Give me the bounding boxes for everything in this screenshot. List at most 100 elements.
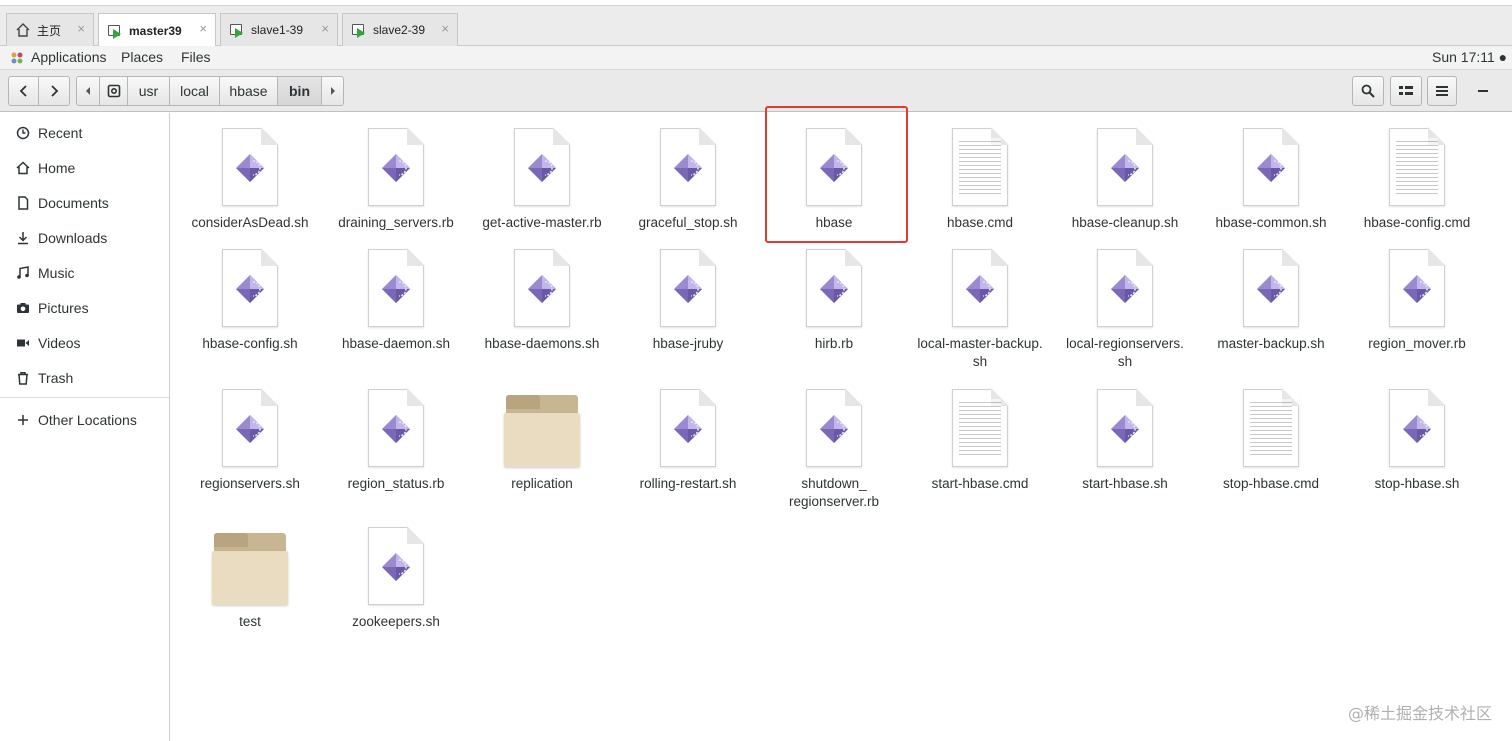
places-menu[interactable]: Places <box>121 49 163 65</box>
sidebar-item-videos[interactable]: Videos <box>0 328 169 358</box>
sidebar: Recent Home Documents Downloads Music Pi… <box>0 113 170 741</box>
sidebar-item-label: Home <box>38 160 76 176</box>
close-icon[interactable]: × <box>321 21 329 36</box>
file-item[interactable]: master-backup.sh <box>1198 248 1344 353</box>
file-item[interactable]: start-hbase.cmd <box>907 388 1053 493</box>
file-name-label: hbase-jruby <box>652 336 724 351</box>
back-button[interactable] <box>8 76 39 106</box>
file-item[interactable]: hbase-daemon.sh <box>323 248 469 353</box>
folder-item[interactable]: test <box>177 527 323 631</box>
sidebar-item-documents[interactable]: Documents <box>0 188 169 218</box>
script-file-icon <box>368 127 425 206</box>
file-item[interactable]: local-regionservers. sh <box>1052 248 1198 371</box>
file-item[interactable]: region_status.rb <box>323 388 469 493</box>
file-item[interactable]: hbase-common.sh <box>1198 127 1344 232</box>
minimize-button[interactable] <box>1478 90 1488 92</box>
file-name-label: rolling-restart.sh <box>639 476 737 491</box>
file-item[interactable]: hbase-daemons.sh <box>469 248 615 353</box>
breadcrumb-scroll-left[interactable] <box>76 76 100 106</box>
chevron-right-icon <box>330 87 335 95</box>
files-menu[interactable]: Files <box>181 49 211 65</box>
file-item[interactable]: start-hbase.sh <box>1052 388 1198 493</box>
file-item[interactable]: hirb.rb <box>761 248 907 353</box>
file-item[interactable]: hbase-cleanup.sh <box>1052 127 1198 232</box>
sidebar-item-recent[interactable]: Recent <box>0 118 169 148</box>
file-item[interactable]: hbase.cmd <box>907 127 1053 232</box>
file-name-label: region_status.rb <box>347 476 445 491</box>
close-icon[interactable]: × <box>441 21 449 36</box>
view-toggle-button[interactable] <box>1390 76 1422 106</box>
sidebar-item-label: Music <box>38 265 75 281</box>
file-item[interactable]: get-active-master.rb <box>469 127 615 232</box>
breadcrumb-local[interactable]: local <box>170 76 220 106</box>
file-item[interactable]: hbase-config.sh <box>177 248 323 353</box>
text-file-icon <box>1389 127 1446 206</box>
script-file-icon <box>1097 388 1154 467</box>
file-item[interactable]: considerAsDead.sh <box>177 127 323 232</box>
sidebar-item-label: Videos <box>38 335 81 351</box>
script-file-icon <box>660 248 717 327</box>
breadcrumb: usr local hbase bin <box>76 76 344 106</box>
vm-tab-label: slave1-39 <box>251 23 304 37</box>
menu-button[interactable] <box>1427 76 1457 106</box>
script-file-icon <box>1097 248 1154 327</box>
forward-button[interactable] <box>38 76 70 106</box>
close-icon[interactable]: × <box>199 21 207 36</box>
file-item[interactable]: graceful_stop.sh <box>615 127 761 232</box>
vm-icon <box>229 22 245 38</box>
vm-tab-slave1-39[interactable]: slave1-39 × <box>220 13 338 46</box>
script-file-icon <box>1097 127 1154 206</box>
breadcrumb-usr[interactable]: usr <box>128 76 170 106</box>
file-name-line: local-master-backup. <box>917 336 1043 351</box>
vm-tab-slave2-39[interactable]: slave2-39 × <box>342 13 458 46</box>
sidebar-item-pictures[interactable]: Pictures <box>0 293 169 323</box>
file-item[interactable]: hbase-jruby <box>615 248 761 353</box>
folder-item[interactable]: replication <box>469 389 615 493</box>
vm-tab-home[interactable]: 主页 × <box>6 13 94 46</box>
sidebar-item-music[interactable]: Music <box>0 258 169 288</box>
sidebar-item-downloads[interactable]: Downloads <box>0 223 169 253</box>
script-file-icon <box>368 248 425 327</box>
sidebar-item-other-locations[interactable]: Other Locations <box>0 405 169 435</box>
file-item[interactable]: region_mover.rb <box>1344 248 1490 353</box>
highlight-annotation-box <box>765 106 908 243</box>
folder-icon <box>504 395 580 467</box>
file-item[interactable]: hbase-config.cmd <box>1344 127 1490 232</box>
search-button[interactable] <box>1352 76 1384 106</box>
clock[interactable]: Sun 17:11 ● <box>1432 49 1507 65</box>
vm-tab-master39[interactable]: master39 × <box>98 13 216 47</box>
file-item[interactable]: stop-hbase.sh <box>1344 388 1490 493</box>
chevron-left-icon <box>19 85 27 97</box>
sidebar-item-label: Trash <box>38 370 74 386</box>
file-item[interactable]: stop-hbase.cmd <box>1198 388 1344 493</box>
applications-menu[interactable]: Applications <box>31 49 107 65</box>
file-name-line: sh <box>972 354 988 369</box>
music-icon <box>17 266 29 279</box>
vm-tab-label: slave2-39 <box>373 23 426 37</box>
sidebar-item-label: Downloads <box>38 230 108 246</box>
sidebar-item-home[interactable]: Home <box>0 153 169 183</box>
breadcrumb-root[interactable] <box>100 76 128 106</box>
file-name-label: considerAsDead.sh <box>191 215 309 230</box>
close-icon[interactable]: × <box>77 21 85 36</box>
sidebar-item-label: Other Locations <box>38 412 137 428</box>
file-name-label: graceful_stop.sh <box>638 215 738 230</box>
watermark: @稀土掘金技术社区 <box>1347 704 1492 723</box>
breadcrumb-bin[interactable]: bin <box>278 76 322 106</box>
script-file-icon <box>222 127 279 206</box>
vm-tab-label: master39 <box>129 23 182 38</box>
file-name-label: local-master-backup. sh <box>910 335 1050 371</box>
script-file-icon <box>222 388 279 467</box>
file-item[interactable]: zookeepers.sh <box>323 526 469 631</box>
sidebar-item-trash[interactable]: Trash <box>0 363 169 393</box>
script-file-icon <box>1389 388 1446 467</box>
file-item[interactable]: regionservers.sh <box>177 388 323 493</box>
breadcrumb-hbase[interactable]: hbase <box>220 76 278 106</box>
file-item[interactable]: rolling-restart.sh <box>615 388 761 493</box>
file-item[interactable]: shutdown_ regionserver.rb <box>761 388 907 511</box>
file-item[interactable]: draining_servers.rb <box>323 127 469 232</box>
breadcrumb-scroll-right[interactable] <box>322 76 344 106</box>
script-file-icon <box>660 388 717 467</box>
file-item[interactable]: local-master-backup. sh <box>907 248 1053 371</box>
applications-icon <box>11 52 23 64</box>
